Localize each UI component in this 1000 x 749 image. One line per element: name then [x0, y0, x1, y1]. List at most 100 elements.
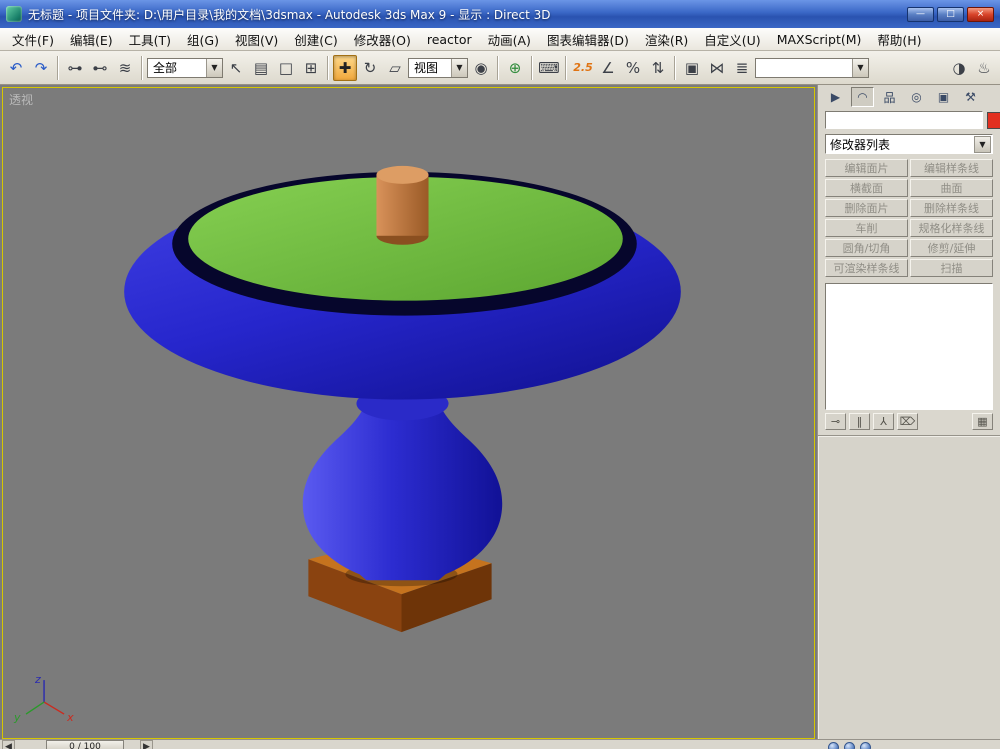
chevron-down-icon[interactable]: ▼: [852, 58, 868, 77]
select-and-manipulate-icon[interactable]: ⊕: [503, 55, 527, 81]
tab-modify-icon[interactable]: ◠: [851, 87, 874, 107]
menu-views[interactable]: 视图(V): [227, 27, 286, 52]
material-editor-icon[interactable]: ◑: [947, 55, 971, 81]
redo-icon[interactable]: ↷: [29, 55, 53, 81]
bind-to-spacewarp-icon[interactable]: ≋: [113, 55, 137, 81]
nav-button-icon[interactable]: [844, 742, 855, 749]
menubar: 文件(F) 编辑(E) 工具(T) 组(G) 视图(V) 创建(C) 修改器(O…: [0, 28, 1000, 51]
tab-hierarchy-icon[interactable]: 品: [878, 87, 901, 107]
normalize-spline-button[interactable]: 规格化样条线: [910, 219, 993, 237]
show-end-result-icon[interactable]: ‖: [849, 413, 870, 430]
pin-stack-icon[interactable]: ⊸: [825, 413, 846, 430]
maximize-button[interactable]: □: [937, 6, 964, 22]
previous-frame-button[interactable]: ◀: [2, 740, 15, 749]
modifier-list-dropdown[interactable]: 修改器列表 ▼: [825, 134, 993, 154]
menu-rendering[interactable]: 渲染(R): [637, 27, 696, 52]
object-name-input[interactable]: [825, 111, 983, 129]
fillet-chamfer-button[interactable]: 圆角/切角: [825, 239, 908, 257]
coordinate-system-value: 视图: [414, 61, 439, 75]
rollout-area: [818, 435, 1000, 739]
keyboard-override-icon[interactable]: ⌨: [537, 55, 561, 81]
tab-utilities-icon[interactable]: ⚒: [959, 87, 982, 107]
mirror-icon[interactable]: ⋈: [705, 55, 729, 81]
select-and-move-icon[interactable]: ✚: [333, 54, 357, 81]
align-icon[interactable]: ≣: [730, 55, 754, 81]
menu-edit[interactable]: 编辑(E): [62, 27, 121, 52]
render-scene-icon[interactable]: ♨: [972, 55, 996, 81]
spinner-snap-icon[interactable]: ⇅: [646, 55, 670, 81]
angle-snap-icon[interactable]: ∠: [596, 55, 620, 81]
viewport-navigation-buttons: [828, 742, 871, 749]
select-and-rotate-icon[interactable]: ↻: [358, 55, 382, 81]
percent-snap-icon[interactable]: %: [621, 55, 645, 81]
modifier-list-label: 修改器列表: [830, 137, 891, 152]
surface-button[interactable]: 曲面: [910, 179, 993, 197]
edit-patch-button[interactable]: 编辑面片: [825, 159, 908, 177]
close-button[interactable]: ×: [967, 6, 994, 22]
select-by-name-icon[interactable]: ▤: [249, 55, 273, 81]
chevron-down-icon[interactable]: ▼: [974, 135, 991, 153]
main-toolbar: ↶ ↷ ⊶ ⊷ ≋ 全部 ▼ ↖ ▤ □ ⊞ ✚ ↻ ▱ 视图 ▼ ◉ ⊕ ⌨ …: [0, 51, 1000, 85]
chevron-down-icon[interactable]: ▼: [451, 58, 467, 77]
tab-display-icon[interactable]: ▣: [932, 87, 955, 107]
chevron-down-icon[interactable]: ▼: [206, 58, 222, 77]
nav-button-icon[interactable]: [860, 742, 871, 749]
next-frame-button[interactable]: ▶: [140, 740, 153, 749]
menu-help[interactable]: 帮助(H): [869, 27, 929, 52]
configure-modifier-sets-icon[interactable]: ▦: [972, 413, 993, 430]
renderable-spline-button[interactable]: 可渲染样条线: [825, 259, 908, 277]
perspective-viewport[interactable]: 透视 z x y: [2, 87, 815, 739]
center-cylinder[interactable]: [376, 165, 429, 245]
edit-named-sets-icon[interactable]: ▣: [680, 55, 704, 81]
edit-spline-button[interactable]: 编辑样条线: [910, 159, 993, 177]
scene-3d-model[interactable]: z x y: [3, 88, 814, 738]
minimize-button[interactable]: —: [907, 6, 934, 22]
rectangular-selection-icon[interactable]: □: [274, 55, 298, 81]
trim-extend-button[interactable]: 修剪/延伸: [910, 239, 993, 257]
menu-maxscript[interactable]: MAXScript(M): [769, 29, 870, 50]
named-selection-dropdown[interactable]: ▼: [755, 57, 869, 78]
lathe-button[interactable]: 车削: [825, 219, 908, 237]
select-and-link-icon[interactable]: ⊶: [63, 55, 87, 81]
pedestal-vase[interactable]: [302, 386, 503, 581]
menu-animation[interactable]: 动画(A): [480, 27, 539, 52]
sweep-button[interactable]: 扫描: [910, 259, 993, 277]
select-and-scale-icon[interactable]: ▱: [383, 55, 407, 81]
toolbar-separator: [674, 55, 676, 80]
use-pivot-center-icon[interactable]: ◉: [469, 55, 493, 81]
selection-filter-dropdown[interactable]: 全部 ▼: [147, 57, 223, 78]
unlink-selection-icon[interactable]: ⊷: [88, 55, 112, 81]
reference-coordinate-dropdown[interactable]: 视图 ▼: [408, 57, 468, 78]
undo-icon[interactable]: ↶: [4, 55, 28, 81]
snap-toggle-icon[interactable]: 2.5: [571, 55, 595, 81]
tab-motion-icon[interactable]: ◎: [905, 87, 928, 107]
menu-graph-editors[interactable]: 图表编辑器(D): [539, 27, 637, 52]
menu-file[interactable]: 文件(F): [4, 27, 62, 52]
menu-reactor[interactable]: reactor: [419, 29, 480, 50]
toolbar-separator: [565, 55, 567, 80]
window-title: 无标题 - 项目文件夹: D:\用户目录\我的文档\3dsmax - Autod…: [28, 7, 551, 22]
delete-patch-button[interactable]: 删除面片: [825, 199, 908, 217]
window-crossing-icon[interactable]: ⊞: [299, 55, 323, 81]
make-unique-icon[interactable]: ⅄: [873, 413, 894, 430]
axis-x-label: x: [66, 711, 74, 724]
menu-group[interactable]: 组(G): [179, 27, 227, 52]
menu-create[interactable]: 创建(C): [286, 27, 345, 52]
tab-create-icon[interactable]: ▶: [824, 87, 847, 107]
toolbar-separator: [141, 55, 143, 80]
nav-button-icon[interactable]: [828, 742, 839, 749]
cross-section-button[interactable]: 横截面: [825, 179, 908, 197]
menu-tools[interactable]: 工具(T): [121, 27, 179, 52]
app-icon: [6, 6, 22, 22]
menu-modifiers[interactable]: 修改器(O): [346, 27, 419, 52]
remove-modifier-icon[interactable]: ⌦: [897, 413, 918, 430]
modifier-stack-list[interactable]: [825, 283, 993, 410]
select-object-icon[interactable]: ↖: [224, 55, 248, 81]
delete-spline-button[interactable]: 删除样条线: [910, 199, 993, 217]
toolbar-separator: [327, 55, 329, 80]
time-slider-handle[interactable]: 0 / 100: [46, 740, 124, 749]
object-color-swatch[interactable]: [987, 111, 1000, 129]
command-panel-tabs: ▶ ◠ 品 ◎ ▣ ⚒: [818, 85, 1000, 109]
command-panel: ▶ ◠ 品 ◎ ▣ ⚒ 修改器列表 ▼ 编辑面片 编辑样条线 横截面 曲面 删除…: [817, 85, 1000, 739]
menu-customize[interactable]: 自定义(U): [696, 27, 768, 52]
